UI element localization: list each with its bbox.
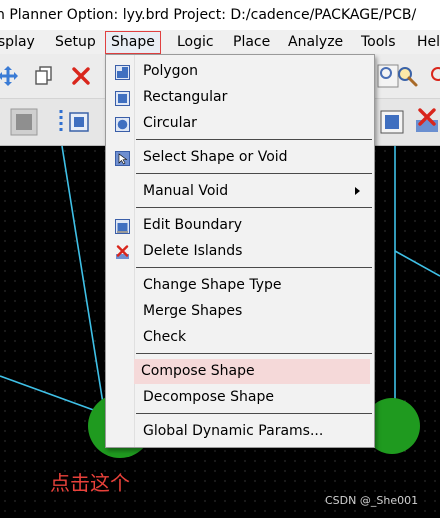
trace-line [61, 146, 106, 417]
annotation-text: 点击这个 [50, 471, 130, 495]
shape-menu-dropdown: Polygon Rectangular Circular Select Shap… [105, 54, 375, 448]
menu-item-compose-shape[interactable]: Compose Shape [134, 359, 370, 384]
menu-item-manual-void[interactable]: Manual Void [108, 179, 370, 204]
watermark: CSDN @_She001 [325, 494, 419, 507]
menu-shape[interactable]: Shape [105, 31, 161, 54]
add-polygon-icon[interactable] [58, 108, 92, 140]
menu-separator [136, 173, 372, 174]
zoom-fit-icon[interactable] [395, 64, 419, 92]
move-icon[interactable] [0, 64, 20, 92]
menu-item-polygon[interactable]: Polygon [108, 59, 370, 84]
menu-item-check[interactable]: Check [108, 325, 370, 350]
menu-separator [136, 207, 372, 208]
menu-item-rectangular[interactable]: Rectangular [108, 85, 370, 110]
menu-item-select-shape-or-void[interactable]: Select Shape or Void [108, 145, 370, 170]
window-title: n Planner Option: lyy.brd Project: D:/ca… [0, 7, 417, 23]
polygon-icon [115, 64, 130, 80]
menu-setup[interactable]: Setup [55, 30, 96, 54]
menu-bar: isplay Setup Shape Logic Place Analyze T… [0, 30, 440, 54]
circle-icon [115, 116, 130, 132]
menu-item-edit-boundary[interactable]: Edit Boundary [108, 213, 370, 238]
rectangle-icon [115, 90, 130, 106]
window-title-bar: n Planner Option: lyy.brd Project: D:/ca… [0, 0, 440, 30]
menu-tools[interactable]: Tools [361, 30, 396, 54]
shape-fill-icon[interactable] [10, 108, 38, 140]
menu-item-global-dynamic-params[interactable]: Global Dynamic Params... [108, 419, 370, 444]
menu-analyze[interactable]: Analyze [288, 30, 343, 54]
shape-edit-icon[interactable] [380, 110, 404, 138]
delete-islands-icon [115, 244, 130, 259]
trace-line [394, 250, 440, 277]
submenu-arrow-icon [355, 187, 360, 195]
menu-item-decompose-shape[interactable]: Decompose Shape [108, 385, 370, 410]
shape-delete-icon[interactable] [414, 108, 440, 140]
menu-logic[interactable]: Logic [177, 30, 214, 54]
menu-separator [136, 413, 372, 414]
zoom-in-icon[interactable] [428, 64, 440, 92]
copy-icon[interactable] [35, 66, 53, 90]
menu-item-circular[interactable]: Circular [108, 111, 370, 136]
menu-item-merge-shapes[interactable]: Merge Shapes [108, 299, 370, 324]
menu-display[interactable]: isplay [0, 30, 35, 54]
delete-icon[interactable] [72, 67, 90, 89]
menu-help[interactable]: Help [417, 30, 440, 54]
menu-separator [136, 139, 372, 140]
menu-separator [136, 267, 372, 268]
menu-separator [136, 353, 372, 354]
menu-place[interactable]: Place [233, 30, 270, 54]
edit-boundary-icon [115, 218, 130, 234]
menu-item-change-shape-type[interactable]: Change Shape Type [108, 273, 370, 298]
menu-item-delete-islands[interactable]: Delete Islands [108, 239, 370, 264]
select-shape-icon [115, 150, 130, 166]
